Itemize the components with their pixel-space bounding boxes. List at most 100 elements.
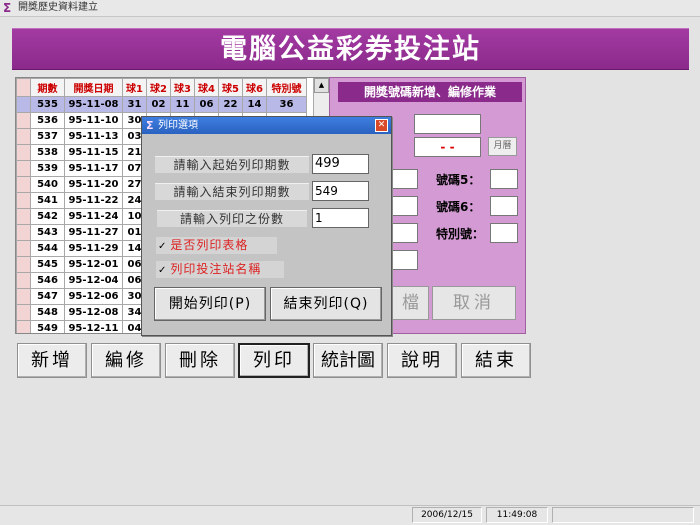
- table-cell[interactable]: 02: [146, 96, 171, 113]
- table-cell[interactable]: 95-12-06: [64, 288, 123, 305]
- grid-header-row: 期數 開獎日期 球1 球2 球3 球4 球5 球6 特別號: [16, 78, 307, 97]
- col-header[interactable]: 期數: [30, 78, 65, 97]
- table-cell[interactable]: 95-11-10: [64, 112, 123, 129]
- ball6-input[interactable]: [490, 196, 518, 216]
- table-cell[interactable]: 537: [30, 128, 65, 145]
- end-print-button[interactable]: 結束列印(Q): [270, 287, 382, 321]
- table-cell[interactable]: 549: [30, 320, 65, 333]
- copies-input[interactable]: 1: [312, 208, 369, 228]
- table-cell[interactable]: 95-11-20: [64, 176, 123, 193]
- table-cell[interactable]: 95-11-27: [64, 224, 123, 241]
- chart-button[interactable]: 統計圖: [313, 343, 383, 378]
- exit-button[interactable]: 結束: [461, 343, 531, 378]
- table-row[interactable]: 535 95-11-08 31 02 11 06 22 14 36: [16, 96, 307, 113]
- col-header[interactable]: 特別號: [266, 78, 307, 97]
- table-cell[interactable]: 95-11-08: [64, 96, 123, 113]
- help-button[interactable]: 說明: [387, 343, 457, 378]
- ball1-input[interactable]: [392, 169, 418, 189]
- ball3-input[interactable]: [392, 223, 418, 243]
- col-header[interactable]: 球5: [218, 78, 243, 97]
- ball6-label: 號碼6：: [436, 200, 481, 214]
- row-selector[interactable]: [16, 112, 31, 129]
- table-cell[interactable]: 95-12-04: [64, 272, 123, 289]
- edit-button[interactable]: 編修: [91, 343, 161, 378]
- table-cell[interactable]: 548: [30, 304, 65, 321]
- table-cell[interactable]: 11: [170, 96, 195, 113]
- window-title: 開獎歷史資料建立: [18, 2, 98, 13]
- table-cell[interactable]: 31: [122, 96, 147, 113]
- table-cell[interactable]: 538: [30, 144, 65, 161]
- table-cell[interactable]: 95-11-24: [64, 208, 123, 225]
- col-header[interactable]: 開獎日期: [64, 78, 123, 97]
- print-station-name-checkbox[interactable]: ✓ 列印投注站名稱: [156, 261, 284, 278]
- table-cell[interactable]: 546: [30, 272, 65, 289]
- start-period-input[interactable]: 499: [312, 154, 369, 174]
- col-header[interactable]: 球6: [242, 78, 267, 97]
- table-cell[interactable]: 06: [194, 96, 219, 113]
- row-selector[interactable]: [16, 224, 31, 241]
- table-cell[interactable]: 14: [242, 96, 267, 113]
- col-header[interactable]: 球4: [194, 78, 219, 97]
- row-selector[interactable]: [16, 320, 31, 333]
- status-time: 11:49:08: [486, 507, 548, 523]
- table-cell[interactable]: 541: [30, 192, 65, 209]
- ball2-input[interactable]: [392, 196, 418, 216]
- row-selector[interactable]: [16, 240, 31, 257]
- print-station-name-label: 列印投注站名稱: [170, 262, 262, 276]
- row-selector[interactable]: [16, 192, 31, 209]
- table-cell[interactable]: 539: [30, 160, 65, 177]
- draw-number-input[interactable]: [414, 114, 481, 134]
- table-cell[interactable]: 95-11-13: [64, 128, 123, 145]
- table-cell[interactable]: 536: [30, 112, 65, 129]
- window-titlebar: Σ 開獎歷史資料建立: [0, 0, 700, 17]
- table-cell[interactable]: 542: [30, 208, 65, 225]
- table-cell[interactable]: 95-12-11: [64, 320, 123, 333]
- print-table-label: 是否列印表格: [170, 238, 249, 252]
- col-header[interactable]: 球3: [170, 78, 195, 97]
- col-header[interactable]: 球1: [122, 78, 147, 97]
- scroll-up-arrow-icon[interactable]: ▲: [314, 78, 329, 93]
- table-cell[interactable]: 95-11-17: [64, 160, 123, 177]
- table-cell[interactable]: 535: [30, 96, 65, 113]
- row-selector[interactable]: [16, 176, 31, 193]
- table-cell[interactable]: 22: [218, 96, 243, 113]
- col-header[interactable]: 球2: [146, 78, 171, 97]
- print-button[interactable]: 列印: [238, 343, 310, 378]
- table-cell[interactable]: 544: [30, 240, 65, 257]
- table-cell[interactable]: 95-11-29: [64, 240, 123, 257]
- ball5-label: 號碼5：: [436, 173, 481, 187]
- row-selector[interactable]: [16, 128, 31, 145]
- row-selector[interactable]: [16, 96, 31, 113]
- special-number-input[interactable]: [490, 223, 518, 243]
- table-cell[interactable]: 547: [30, 288, 65, 305]
- print-table-checkbox[interactable]: ✓ 是否列印表格: [156, 237, 277, 254]
- table-cell[interactable]: 545: [30, 256, 65, 273]
- cancel-button[interactable]: 取消: [432, 286, 516, 320]
- close-icon[interactable]: ✕: [375, 119, 388, 132]
- ball5-input[interactable]: [490, 169, 518, 189]
- row-selector[interactable]: [16, 208, 31, 225]
- table-cell[interactable]: 95-12-01: [64, 256, 123, 273]
- copies-label: 請輸入列印之份數: [157, 210, 307, 227]
- table-cell[interactable]: 36: [266, 96, 307, 113]
- start-print-button[interactable]: 開始列印(P): [154, 287, 266, 321]
- row-selector[interactable]: [16, 272, 31, 289]
- row-selector[interactable]: [16, 144, 31, 161]
- table-cell[interactable]: 540: [30, 176, 65, 193]
- calendar-button[interactable]: 月曆: [488, 137, 517, 156]
- row-selector[interactable]: [16, 304, 31, 321]
- table-cell[interactable]: 95-11-15: [64, 144, 123, 161]
- row-selector[interactable]: [16, 256, 31, 273]
- row-selector[interactable]: [16, 288, 31, 305]
- delete-button[interactable]: 刪除: [165, 343, 235, 378]
- add-button[interactable]: 新增: [17, 343, 87, 378]
- dialog-titlebar[interactable]: Σ 列印選項 ✕: [142, 117, 391, 134]
- draw-date-input[interactable]: - -: [414, 137, 481, 157]
- row-selector[interactable]: [16, 160, 31, 177]
- table-cell[interactable]: 543: [30, 224, 65, 241]
- save-button[interactable]: 檔: [392, 286, 429, 320]
- table-cell[interactable]: 95-11-22: [64, 192, 123, 209]
- end-period-input[interactable]: 549: [312, 181, 369, 201]
- ball4-input[interactable]: [392, 250, 418, 270]
- table-cell[interactable]: 95-12-08: [64, 304, 123, 321]
